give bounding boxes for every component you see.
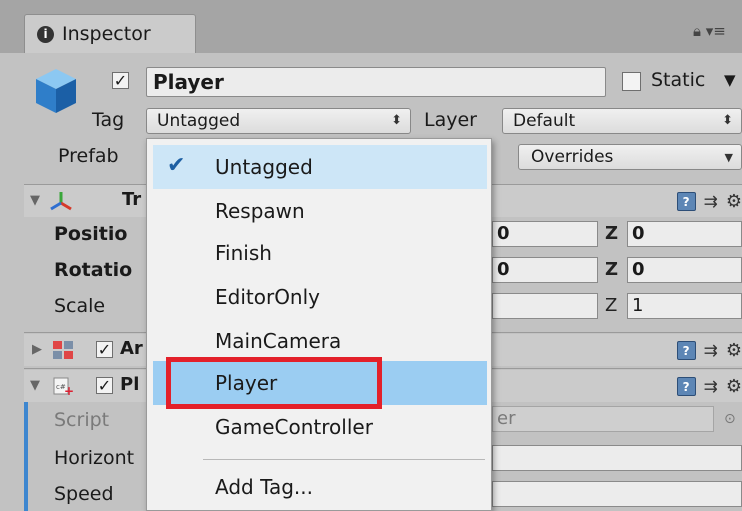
- tab-label: Inspector: [62, 23, 151, 45]
- speed-field[interactable]: [492, 481, 742, 507]
- component-header-buttons: ? ⇉ ⚙: [676, 340, 742, 361]
- preset-icon[interactable]: ⇉: [704, 341, 718, 361]
- window-controls: 🔒︎ ▾≡: [693, 22, 726, 40]
- animator-title: Ar: [120, 338, 143, 359]
- horizontal-label: Horizont: [54, 447, 135, 469]
- static-checkbox[interactable]: [622, 72, 641, 91]
- rotation-z-field[interactable]: 0: [627, 257, 742, 283]
- gear-icon[interactable]: ⚙: [726, 376, 742, 397]
- menu-item-label: EditorOnly: [215, 285, 320, 309]
- menu-item-respawn[interactable]: Respawn: [153, 189, 487, 233]
- tag-dropdown[interactable]: Untagged ⬍: [146, 108, 411, 134]
- position-label: Positio: [54, 223, 128, 245]
- foldout-open-icon[interactable]: ▼: [30, 193, 40, 208]
- layer-dropdown[interactable]: Default ⬍: [502, 108, 742, 134]
- help-icon[interactable]: ?: [676, 377, 696, 396]
- component-header-buttons: ? ⇉ ⚙: [676, 191, 742, 212]
- speed-label: Speed: [54, 483, 114, 505]
- position-y-field[interactable]: 0: [492, 221, 598, 247]
- menu-item-editoronly[interactable]: EditorOnly: [153, 275, 487, 319]
- menu-item-label: Add Tag...: [215, 475, 314, 499]
- position-z-field[interactable]: 0: [627, 221, 742, 247]
- gameobject-active-checkbox[interactable]: ✓: [112, 72, 129, 89]
- tag-dropdown-value: Untagged: [157, 111, 241, 131]
- help-icon[interactable]: ?: [676, 192, 696, 211]
- menu-item-finish[interactable]: Finish: [153, 231, 487, 275]
- script-field: er: [492, 406, 714, 432]
- scale-z-axis-label: Z: [605, 295, 618, 316]
- object-picker-icon[interactable]: ⊙: [724, 411, 736, 427]
- svg-text:+: +: [64, 384, 74, 396]
- gameobject-cube-icon: [36, 69, 76, 113]
- overrides-dropdown[interactable]: Overrides ▼: [518, 144, 742, 170]
- preset-icon[interactable]: ⇉: [704, 377, 718, 397]
- updown-arrow-icon: ⬍: [391, 113, 402, 128]
- component-header-buttons: ? ⇉ ⚙: [676, 376, 742, 397]
- menu-item-label: Respawn: [215, 199, 305, 223]
- tab-inspector[interactable]: i Inspector: [24, 14, 196, 53]
- tag-label: Tag: [92, 109, 125, 131]
- foldout-open-icon[interactable]: ▼: [30, 378, 40, 393]
- scale-y-field[interactable]: [492, 293, 598, 319]
- foldout-closed-icon[interactable]: ▶: [32, 342, 42, 357]
- prefab-label: Prefab: [58, 145, 119, 167]
- menu-item-label: MainCamera: [215, 329, 342, 353]
- script-enabled-checkbox[interactable]: ✓: [96, 377, 113, 394]
- menu-item-label: GameController: [215, 415, 373, 439]
- checkmark-icon: ✔: [167, 153, 186, 178]
- info-icon: i: [37, 25, 54, 43]
- overrides-label: Overrides: [531, 147, 614, 167]
- rotation-z-axis-label: Z: [605, 259, 619, 280]
- player-script-title: Pl: [120, 374, 140, 395]
- tab-bar: i Inspector 🔒︎ ▾≡: [0, 0, 742, 53]
- gear-icon[interactable]: ⚙: [726, 340, 742, 361]
- added-component-bar: [24, 402, 28, 511]
- layer-dropdown-value: Default: [513, 111, 576, 131]
- lock-icon[interactable]: 🔒︎: [693, 22, 701, 40]
- transform-title: Tr: [122, 189, 142, 210]
- transform-axes-icon: [50, 192, 72, 211]
- script-icon: c# +: [53, 377, 74, 396]
- static-dropdown-icon[interactable]: ▼: [724, 71, 736, 89]
- menu-item-label: Untagged: [215, 155, 313, 179]
- menu-item-label: Finish: [215, 241, 272, 265]
- gameobject-name-field[interactable]: Player: [146, 67, 606, 97]
- scale-z-field[interactable]: 1: [627, 293, 742, 319]
- menu-separator: [203, 459, 485, 460]
- animator-icon: [53, 341, 73, 359]
- help-icon[interactable]: ?: [676, 341, 696, 360]
- layer-label: Layer: [424, 109, 477, 131]
- tag-dropdown-menu: ✔ Untagged Respawn Finish EditorOnly Mai…: [146, 138, 492, 511]
- position-z-axis-label: Z: [605, 223, 619, 244]
- dropdown-arrow-icon: ▼: [724, 151, 733, 164]
- preset-icon[interactable]: ⇉: [704, 192, 718, 212]
- menu-item-gamecontroller[interactable]: GameController: [153, 405, 487, 449]
- annotation-highlight-box: [166, 357, 382, 409]
- menu-item-add-tag[interactable]: Add Tag...: [153, 465, 487, 509]
- static-label: Static: [651, 69, 706, 91]
- horizontal-field[interactable]: [492, 445, 742, 471]
- scale-label: Scale: [54, 295, 106, 317]
- rotation-label: Rotatio: [54, 259, 133, 281]
- animator-enabled-checkbox[interactable]: ✓: [96, 341, 113, 358]
- menu-icon[interactable]: ▾≡: [706, 22, 726, 40]
- rotation-y-field[interactable]: 0: [492, 257, 598, 283]
- gear-icon[interactable]: ⚙: [726, 191, 742, 212]
- updown-arrow-icon: ⬍: [722, 113, 733, 128]
- script-label: Script: [54, 409, 110, 431]
- menu-item-untagged[interactable]: ✔ Untagged: [153, 145, 487, 189]
